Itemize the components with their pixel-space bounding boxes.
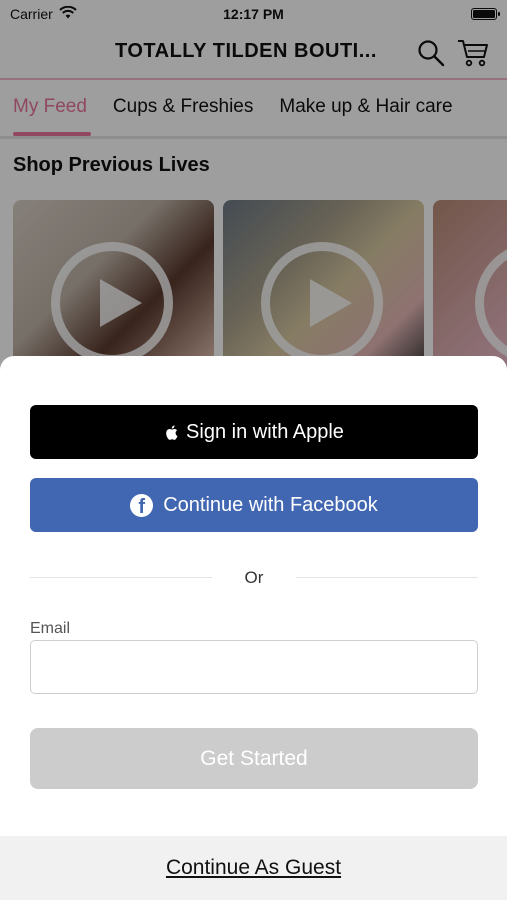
sign-in-with-apple-button[interactable]: Sign in with Apple	[30, 405, 478, 459]
email-label: Email	[30, 620, 71, 637]
or-label: Or	[244, 568, 264, 587]
get-started-button[interactable]: Get Started	[30, 728, 478, 789]
facebook-button-label: Continue with Facebook	[163, 493, 378, 516]
continue-as-guest-link[interactable]: Continue As Guest	[166, 856, 341, 880]
guest-bar: Continue As Guest	[0, 836, 507, 900]
sign-in-sheet: Sign in with Apple f Continue with Faceb…	[0, 356, 507, 900]
divider-line	[296, 577, 478, 578]
apple-button-label: Sign in with Apple	[186, 420, 344, 443]
or-divider: Or	[30, 566, 478, 590]
facebook-icon: f	[130, 493, 154, 517]
apple-icon	[166, 424, 178, 440]
email-input[interactable]	[30, 640, 478, 694]
continue-with-facebook-button[interactable]: f Continue with Facebook	[30, 478, 478, 532]
